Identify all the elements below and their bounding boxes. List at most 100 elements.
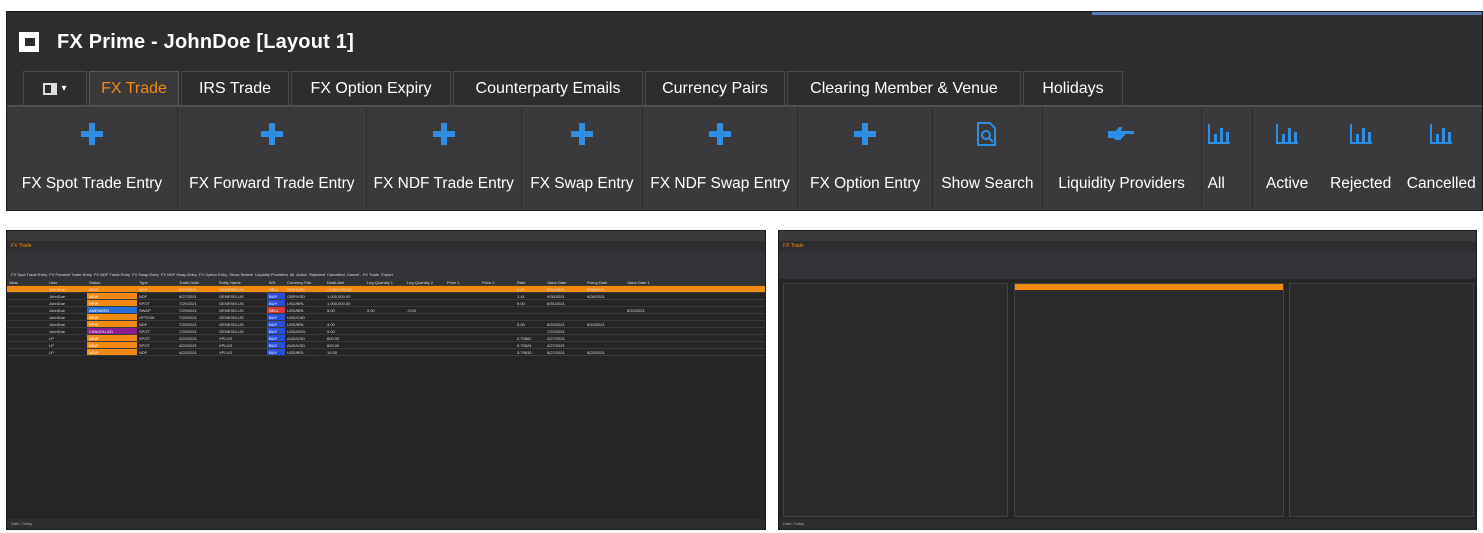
plus-icon	[260, 123, 283, 145]
currency-panel[interactable]	[783, 283, 1008, 517]
tab-fx-trade[interactable]: FX Trade	[89, 71, 179, 105]
tab-holidays[interactable]: Holidays	[1023, 71, 1123, 105]
grid-column-header[interactable]: Trade Date	[177, 279, 217, 285]
table-row[interactable]: LP NEW SPOT 4/23/2021 XPLUS BUY AUD/USD 600.00 0…	[7, 335, 765, 342]
preview-ribbon-label[interactable]: FX Swap Entry	[132, 272, 159, 277]
grid-column-header[interactable]: Entity Name	[217, 279, 267, 285]
fx-spot-trade-entry-button[interactable]: FX Spot Trade Entry	[7, 107, 178, 210]
table-cell	[7, 335, 47, 341]
fx-swap-entry-button[interactable]: FX Swap Entry	[522, 107, 644, 210]
table-cell: SELL	[269, 287, 279, 292]
fx-ndf-swap-entry-button[interactable]: FX NDF Swap Entry	[643, 107, 799, 210]
grid-column-header[interactable]: User	[47, 279, 87, 285]
grid-column-header[interactable]: Price 2	[480, 279, 515, 285]
grid-column-header[interactable]: Rate	[515, 279, 545, 285]
grid-column-header[interactable]: B/S	[267, 279, 285, 285]
grid-column-header[interactable]: Type	[137, 279, 177, 285]
all-button[interactable]: All	[1202, 107, 1254, 210]
liquidity-providers-button[interactable]: Liquidity Providers	[1043, 107, 1202, 210]
preview-ribbon-label[interactable]: Cancelled	[327, 272, 345, 277]
app-window: FX Prime - JohnDoe [Layout 1] ▾ FX Trade…	[6, 11, 1483, 211]
cancelled-button[interactable]: Cancelled	[1400, 107, 1482, 210]
fx-option-entry-button[interactable]: FX Option Entry	[798, 107, 934, 210]
table-cell: 3.79633	[517, 350, 532, 355]
table-cell	[365, 286, 405, 292]
grid-column-header[interactable]: Value Date	[545, 279, 585, 285]
table-cell: 1,000,000.00	[327, 294, 351, 299]
button-label: Cancelled	[1406, 175, 1476, 192]
grid-column-header[interactable]: Alias	[7, 279, 47, 285]
table-row[interactable]: LP NEW SPOT 4/23/2021 XPLUS BUY AUD/USD 600.00 0…	[7, 342, 765, 349]
table-cell	[365, 321, 405, 327]
preview-ribbon-label[interactable]: Export	[381, 272, 393, 277]
preview-ribbon-label[interactable]: FX NDF Trade Entry	[94, 272, 130, 277]
table-cell: SPOT	[139, 343, 150, 348]
side-panels[interactable]	[1289, 283, 1474, 517]
preview-title-bar	[7, 231, 765, 241]
table-row[interactable]: JohnDoe CANCELLED SPOT 7/29/2021 GENESIS-US B…	[7, 328, 765, 335]
table-row[interactable]: LP NEW NDF 4/23/2021 XPLUS BUY USD/BRL 10.00 3.7…	[7, 349, 765, 356]
preview-ribbon-label[interactable]: Rejected	[309, 272, 325, 277]
table-cell: 5.00	[327, 329, 335, 334]
grid-column-header[interactable]: Price 1	[445, 279, 480, 285]
preview-ribbon-label[interactable]: FX Spot Trade Entry	[11, 272, 47, 277]
fx-trade-panel[interactable]	[1014, 283, 1284, 517]
tab-counterparty-emails[interactable]: Counterparty Emails	[453, 71, 643, 105]
table-cell	[445, 349, 480, 355]
grid-column-header[interactable]: Dealt Amt	[325, 279, 365, 285]
tab-irs-trade[interactable]: IRS Trade	[181, 71, 289, 105]
table-cell: NEW	[87, 300, 137, 306]
table-cell: CANCELLED	[87, 328, 137, 334]
table-cell	[445, 335, 480, 341]
table-row[interactable]: JohnDoe NEW NDF 7/29/2021 GENESIS-US BUY USD/B…	[7, 321, 765, 328]
grid-column-header[interactable]: Leg Quantity 1	[365, 279, 405, 285]
table-row[interactable]: JohnDoe AMENDED SWAP 7/29/2021 GENESIS-US SEL…	[7, 307, 765, 314]
chart-icon	[1349, 124, 1372, 144]
rejected-button[interactable]: Rejected	[1321, 107, 1401, 210]
preview-ribbon-label[interactable]: All	[290, 272, 294, 277]
table-row[interactable]: JohnDoe NEW SPOT 7/29/2021 GENESIS-US BUY USD/…	[7, 300, 765, 307]
trade-grid[interactable]: Alias User Status Type Trade Date Entity Name…	[7, 279, 765, 519]
window-accent-line	[1092, 12, 1482, 15]
table-cell: USD/MXD	[287, 329, 306, 334]
table-row[interactable]: JohnDoe NEW OPTION 7/29/2021 GENESIS-US BUY US…	[7, 314, 765, 321]
button-label: Liquidity Providers	[1058, 175, 1185, 192]
table-cell: JohnDoe	[49, 308, 66, 313]
grid-column-header[interactable]: Status	[87, 279, 137, 285]
grid-column-header[interactable]: Currency Pair	[285, 279, 325, 285]
preview-ribbon-label[interactable]: Liquidity Providers	[255, 272, 288, 277]
selected-row[interactable]	[1015, 284, 1283, 290]
preview-ribbon-label[interactable]: Cancel - FX Trade	[347, 272, 379, 277]
tab-currency-pairs[interactable]: Currency Pairs	[645, 71, 785, 105]
table-cell: GBP/USD	[287, 287, 306, 292]
grid-column-header[interactable]: Fixing Date	[585, 279, 625, 285]
fx-forward-trade-entry-button[interactable]: FX Forward Trade Entry	[178, 107, 367, 210]
preview-ribbon-label[interactable]: Active	[296, 272, 307, 277]
preview-ribbon-label[interactable]: Show Search	[229, 272, 253, 277]
tab-fx-option-expiry[interactable]: FX Option Expiry	[291, 71, 451, 105]
active-button[interactable]: Active	[1253, 107, 1321, 210]
plus-icon	[854, 123, 877, 145]
layout-menu-button[interactable]: ▾	[23, 71, 87, 105]
preview-ribbon-label[interactable]: FX Option Entry	[199, 272, 227, 277]
table-cell	[405, 335, 445, 341]
show-search-button[interactable]: Show Search	[933, 107, 1043, 210]
grid-column-header[interactable]: Value Date 1	[625, 279, 665, 285]
fx-ndf-trade-entry-button[interactable]: FX NDF Trade Entry	[367, 107, 522, 210]
table-row[interactable]: JohnDoe NEW NDF 8/27/2021 GENESIS-US BUY GBP/U…	[7, 293, 765, 300]
pointing-hand-icon	[1107, 127, 1134, 140]
preview-ribbon-label[interactable]: FX Forward Trade Entry	[49, 272, 92, 277]
tab-clearing-member-venue[interactable]: Clearing Member & Venue	[787, 71, 1021, 105]
table-cell: GENESIS-US	[219, 301, 244, 306]
table-row[interactable]: JohnDoe NEW NDF 8/27/2021 GENESIS-US SELL GBP/…	[7, 286, 765, 293]
table-cell: 8/19/2021	[587, 322, 605, 327]
table-cell: USD/BRL	[287, 350, 305, 355]
table-cell: AUD/USD	[287, 336, 306, 341]
table-cell: 4/23/2021	[179, 343, 197, 348]
grid-column-header[interactable]: Leg Quantity 2	[405, 279, 445, 285]
preview-ribbon-label[interactable]: FX NDF Swap Entry	[161, 272, 197, 277]
button-label: All	[1207, 175, 1225, 192]
table-cell: 9/30/2021	[547, 294, 565, 299]
table-cell	[7, 300, 47, 306]
table-cell: BUY	[267, 314, 285, 320]
